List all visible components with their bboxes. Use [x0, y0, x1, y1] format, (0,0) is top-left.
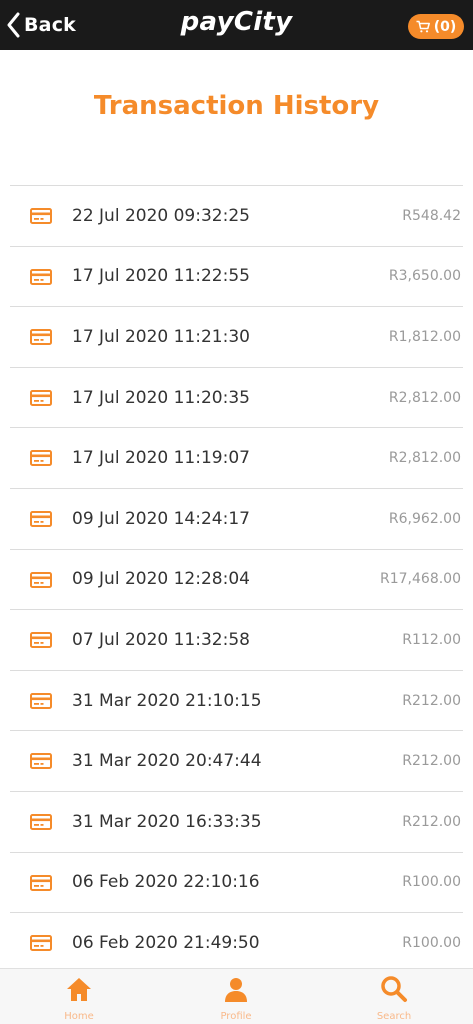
profile-icon: [225, 978, 247, 1002]
transaction-date: 22 Jul 2020 09:32:25: [72, 205, 250, 226]
transaction-date: 06 Feb 2020 21:49:50: [72, 932, 260, 953]
transaction-row[interactable]: 17 Jul 2020 11:21:30 R1,812.00: [10, 307, 463, 368]
transaction-date: 31 Mar 2020 21:10:15: [72, 690, 262, 711]
credit-card-icon: [30, 329, 52, 346]
credit-card-icon: [30, 450, 52, 467]
credit-card-icon: [30, 753, 52, 770]
transaction-date: 09 Jul 2020 12:28:04: [72, 569, 250, 590]
credit-card-icon: [30, 510, 52, 527]
transaction-amount: R6,962.00: [388, 510, 461, 527]
credit-card-icon: [30, 268, 52, 285]
transaction-amount: R100.00: [402, 934, 461, 951]
transaction-row[interactable]: 09 Jul 2020 12:28:04 R17,468.00: [10, 550, 463, 611]
transaction-list: 22 Jul 2020 09:32:25 R548.42 17 Jul 2020 1…: [10, 185, 463, 974]
nav-profile-label: Profile: [220, 1011, 252, 1022]
transaction-amount: R2,812.00: [388, 389, 461, 406]
credit-card-icon: [30, 935, 52, 952]
nav-home-label: Home: [64, 1011, 94, 1022]
transaction-date: 06 Feb 2020 22:10:16: [72, 872, 260, 893]
credit-card-icon: [30, 208, 52, 224]
transaction-row[interactable]: 31 Mar 2020 16:33:35 R212.00: [10, 792, 463, 853]
credit-card-icon: [30, 874, 52, 891]
transaction-row[interactable]: 09 Jul 2020 14:24:17 R6,962.00: [10, 489, 463, 550]
credit-card-icon: [30, 813, 52, 830]
transaction-date: 31 Mar 2020 20:47:44: [72, 751, 262, 772]
cart-icon: [416, 20, 430, 33]
transaction-amount: R17,468.00: [380, 571, 461, 588]
transaction-date: 09 Jul 2020 14:24:17: [72, 508, 250, 529]
search-icon: [381, 976, 407, 1002]
transaction-date: 07 Jul 2020 11:32:58: [72, 629, 250, 650]
transaction-date: 17 Jul 2020 11:20:35: [72, 387, 250, 408]
transaction-row[interactable]: 22 Jul 2020 09:32:25 R548.42: [10, 186, 463, 247]
credit-card-icon: [30, 692, 52, 709]
transaction-amount: R3,650.00: [388, 268, 461, 285]
transaction-date: 31 Mar 2020 16:33:35: [72, 811, 262, 832]
nav-search-label: Search: [376, 1011, 412, 1022]
page-title: Transaction History: [93, 91, 380, 121]
home-icon: [67, 978, 91, 1001]
transaction-row[interactable]: 17 Jul 2020 11:19:07 R2,812.00: [10, 428, 463, 489]
transaction-row[interactable]: 17 Jul 2020 11:20:35 R2,812.00: [10, 368, 463, 429]
transaction-amount: R112.00: [402, 631, 461, 648]
nav-home[interactable]: Home: [29, 969, 129, 1024]
transaction-amount: R212.00: [402, 813, 461, 830]
credit-card-icon: [30, 632, 52, 649]
transaction-row[interactable]: 31 Mar 2020 20:47:44 R212.00: [10, 731, 463, 792]
transaction-row[interactable]: 17 Jul 2020 11:22:55 R3,650.00: [10, 247, 463, 308]
transaction-amount: R548.42: [402, 207, 461, 224]
transaction-amount: R212.00: [402, 753, 461, 770]
transaction-date: 17 Jul 2020 11:22:55: [72, 266, 250, 287]
credit-card-icon: [30, 571, 52, 588]
brand-logo: payCity: [180, 7, 293, 37]
transaction-row[interactable]: 07 Jul 2020 11:32:58 R112.00: [10, 610, 463, 671]
transaction-row[interactable]: 06 Feb 2020 21:49:50 R100.00: [10, 913, 463, 974]
transaction-amount: R2,812.00: [388, 450, 461, 467]
nav-profile[interactable]: Profile: [186, 969, 286, 1024]
transaction-row[interactable]: 31 Mar 2020 21:10:15 R212.00: [10, 671, 463, 732]
transaction-row[interactable]: 06 Feb 2020 22:10:16 R100.00: [10, 853, 463, 914]
transaction-amount: R100.00: [402, 874, 461, 891]
cart-button[interactable]: (0): [408, 14, 464, 39]
top-bar: Back payCity (0): [0, 0, 473, 50]
credit-card-icon: [30, 389, 52, 406]
nav-search[interactable]: Search: [344, 969, 444, 1024]
transaction-amount: R1,812.00: [388, 328, 461, 345]
cart-count: (0): [433, 18, 457, 35]
transaction-date: 17 Jul 2020 11:21:30: [72, 326, 250, 347]
bottom-nav: Home Profile Search: [0, 968, 473, 1024]
transaction-date: 17 Jul 2020 11:19:07: [72, 448, 250, 469]
transaction-amount: R212.00: [402, 692, 461, 709]
